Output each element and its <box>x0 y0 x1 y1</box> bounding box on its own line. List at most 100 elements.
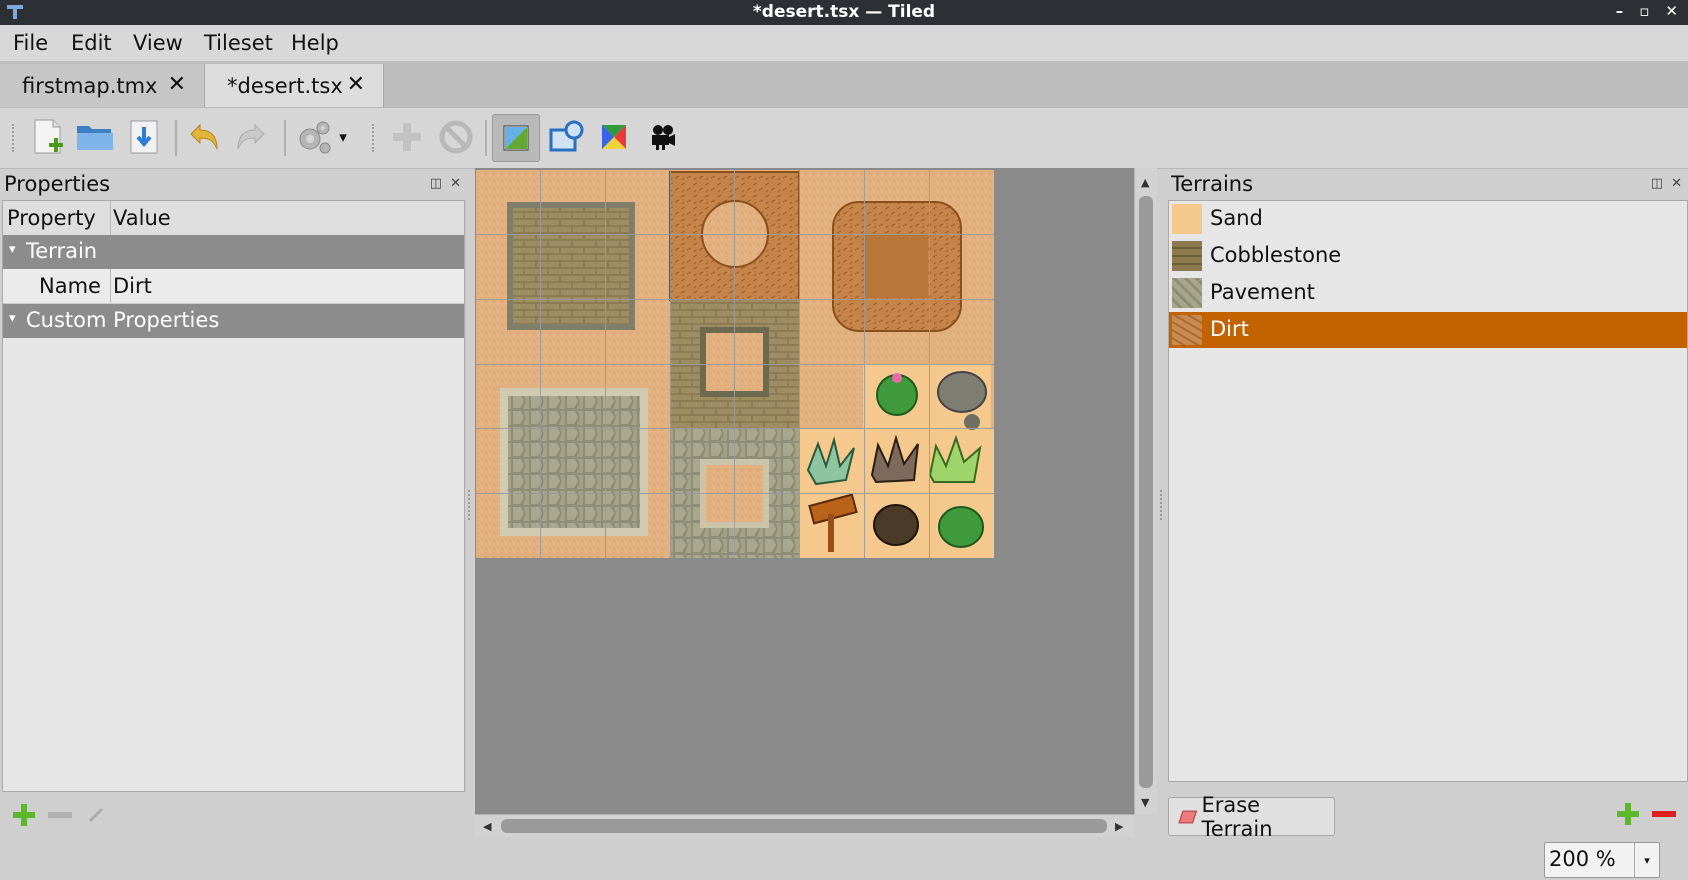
terrain-name: Sand <box>1210 206 1263 230</box>
terrain-list: Sand Cobblestone Pavement Dirt <box>1168 200 1688 782</box>
tab-desert[interactable]: *desert.tsx ✕ <box>204 64 384 107</box>
rename-property-icon[interactable] <box>88 807 104 823</box>
terrain-group-row[interactable]: ▾ Terrain <box>3 235 464 269</box>
property-name-value[interactable]: Dirt <box>113 274 152 298</box>
close-tab-icon[interactable]: ✕ <box>168 72 186 97</box>
window-titlebar: *desert.tsx — Tiled – ▫ ✕ <box>0 0 1688 25</box>
custom-properties-group-row[interactable]: ▾ Custom Properties <box>3 304 464 338</box>
property-name-label: Name <box>39 274 101 298</box>
zoom-combobox[interactable]: 200 % ▾ <box>1544 842 1660 878</box>
terrain-swatch <box>1172 204 1202 234</box>
add-tiles-button[interactable] <box>384 114 430 160</box>
tab-label: *desert.tsx <box>227 73 343 98</box>
splitter-handle[interactable] <box>468 490 473 520</box>
new-file-button[interactable] <box>24 114 70 160</box>
tileset-settings-button[interactable]: ▾ <box>290 114 354 160</box>
tab-label: firstmap.tmx <box>22 73 158 98</box>
undo-button[interactable] <box>181 114 227 160</box>
horizontal-scroll-thumb[interactable] <box>501 819 1107 833</box>
document-tabs: firstmap.tmx ✕ *desert.tsx ✕ <box>0 61 1688 107</box>
open-button[interactable] <box>72 114 118 160</box>
expand-arrow-icon[interactable]: ▾ <box>9 311 16 326</box>
terrain-name: Cobblestone <box>1210 243 1342 267</box>
save-button[interactable] <box>121 114 167 160</box>
dock-close-icon[interactable]: ✕ <box>1671 176 1682 191</box>
edit-terrain-button[interactable] <box>492 114 540 162</box>
dock-float-icon[interactable]: ◫ <box>430 176 442 191</box>
toolbar-separator <box>175 120 177 156</box>
add-property-icon[interactable] <box>12 803 36 827</box>
redo-icon <box>237 123 265 150</box>
scroll-left-icon[interactable]: ◀ <box>483 820 491 833</box>
menu-tileset[interactable]: Tileset <box>204 31 273 55</box>
animation-editor-icon <box>652 125 675 150</box>
add-terrain-icon[interactable] <box>1616 802 1640 826</box>
erase-terrain-label: Erase Terrain <box>1201 792 1273 841</box>
terrain-swatch <box>1172 315 1202 345</box>
properties-dock-header: Properties ◫ ✕ <box>0 170 465 200</box>
menu-edit[interactable]: Edit <box>71 31 112 55</box>
terrain-item-pavement[interactable]: Pavement <box>1169 275 1687 311</box>
new-file-icon <box>34 119 63 154</box>
erase-terrain-button[interactable]: Erase Terrain <box>1168 793 1335 841</box>
maximize-button[interactable]: ▫ <box>1639 2 1649 20</box>
main-toolbar: ▾ <box>0 107 1688 169</box>
undo-icon <box>190 123 218 150</box>
zoom-value[interactable]: 200 % <box>1549 847 1616 871</box>
window-title: *desert.tsx — Tiled <box>752 2 936 22</box>
terrain-name: Dirt <box>1210 317 1249 341</box>
dock-close-icon[interactable]: ✕ <box>450 176 461 191</box>
column-property[interactable]: Property <box>7 206 96 230</box>
terrain-swatch <box>1172 278 1202 308</box>
redo-button[interactable] <box>228 114 274 160</box>
remove-tiles-icon <box>439 120 473 154</box>
terrain-swatch <box>1172 241 1202 271</box>
expand-arrow-icon[interactable]: ▾ <box>9 242 16 257</box>
properties-title: Properties <box>4 172 111 196</box>
color-edit-icon <box>602 125 626 149</box>
open-folder-icon <box>77 126 113 150</box>
save-icon <box>130 120 158 154</box>
terrain-brush-icon <box>503 125 529 151</box>
menu-file[interactable]: File <box>13 31 48 55</box>
remove-tiles-button[interactable] <box>433 114 479 160</box>
terrain-item-sand[interactable]: Sand <box>1169 201 1687 237</box>
menu-help[interactable]: Help <box>291 31 339 55</box>
toolbar-grip[interactable] <box>372 124 378 152</box>
splitter-handle[interactable] <box>1160 490 1165 520</box>
horizontal-scrollbar[interactable]: ◀ ▶ <box>475 814 1134 837</box>
close-tab-icon[interactable]: ✕ <box>347 72 365 97</box>
column-value[interactable]: Value <box>113 206 171 230</box>
scroll-up-icon[interactable]: ▲ <box>1141 176 1149 189</box>
remove-terrain-icon[interactable] <box>1652 810 1676 818</box>
tab-firstmap[interactable]: firstmap.tmx ✕ <box>0 64 204 107</box>
dock-float-icon[interactable]: ◫ <box>1651 176 1663 191</box>
toolbar-grip[interactable] <box>12 124 18 152</box>
tileset-view[interactable] <box>475 168 1134 814</box>
settings-icon <box>299 121 331 154</box>
eraser-icon <box>1178 810 1198 823</box>
tile-collision-button[interactable] <box>544 114 590 160</box>
terrain-item-dirt[interactable]: Dirt <box>1169 312 1687 348</box>
vertical-scroll-thumb[interactable] <box>1139 196 1153 788</box>
chevron-down-icon[interactable]: ▾ <box>1634 843 1659 877</box>
collision-editor-icon <box>549 120 584 152</box>
terrains-dock-header: Terrains ◫ ✕ <box>1168 170 1686 200</box>
vertical-scrollbar[interactable]: ▲ ▼ <box>1134 168 1157 814</box>
terrain-item-cobblestone[interactable]: Cobblestone <box>1169 238 1687 274</box>
properties-actions <box>0 795 465 835</box>
property-row-name[interactable]: Name Dirt <box>3 269 464 304</box>
close-window-button[interactable]: ✕ <box>1665 2 1678 20</box>
minimize-button[interactable]: – <box>1616 2 1624 20</box>
terrain-name: Pavement <box>1210 280 1315 304</box>
properties-header-row: Property Value <box>3 201 464 236</box>
desert-tileset-image[interactable] <box>476 170 994 558</box>
remove-property-icon[interactable] <box>48 811 72 819</box>
scroll-down-icon[interactable]: ▼ <box>1141 796 1149 809</box>
wang-color-button[interactable] <box>591 114 637 160</box>
menu-view[interactable]: View <box>133 31 183 55</box>
scroll-right-icon[interactable]: ▶ <box>1115 820 1123 833</box>
tile-animation-button[interactable] <box>640 114 686 160</box>
settings-dropdown-arrow: ▾ <box>339 128 347 146</box>
terrains-title: Terrains <box>1171 172 1254 196</box>
